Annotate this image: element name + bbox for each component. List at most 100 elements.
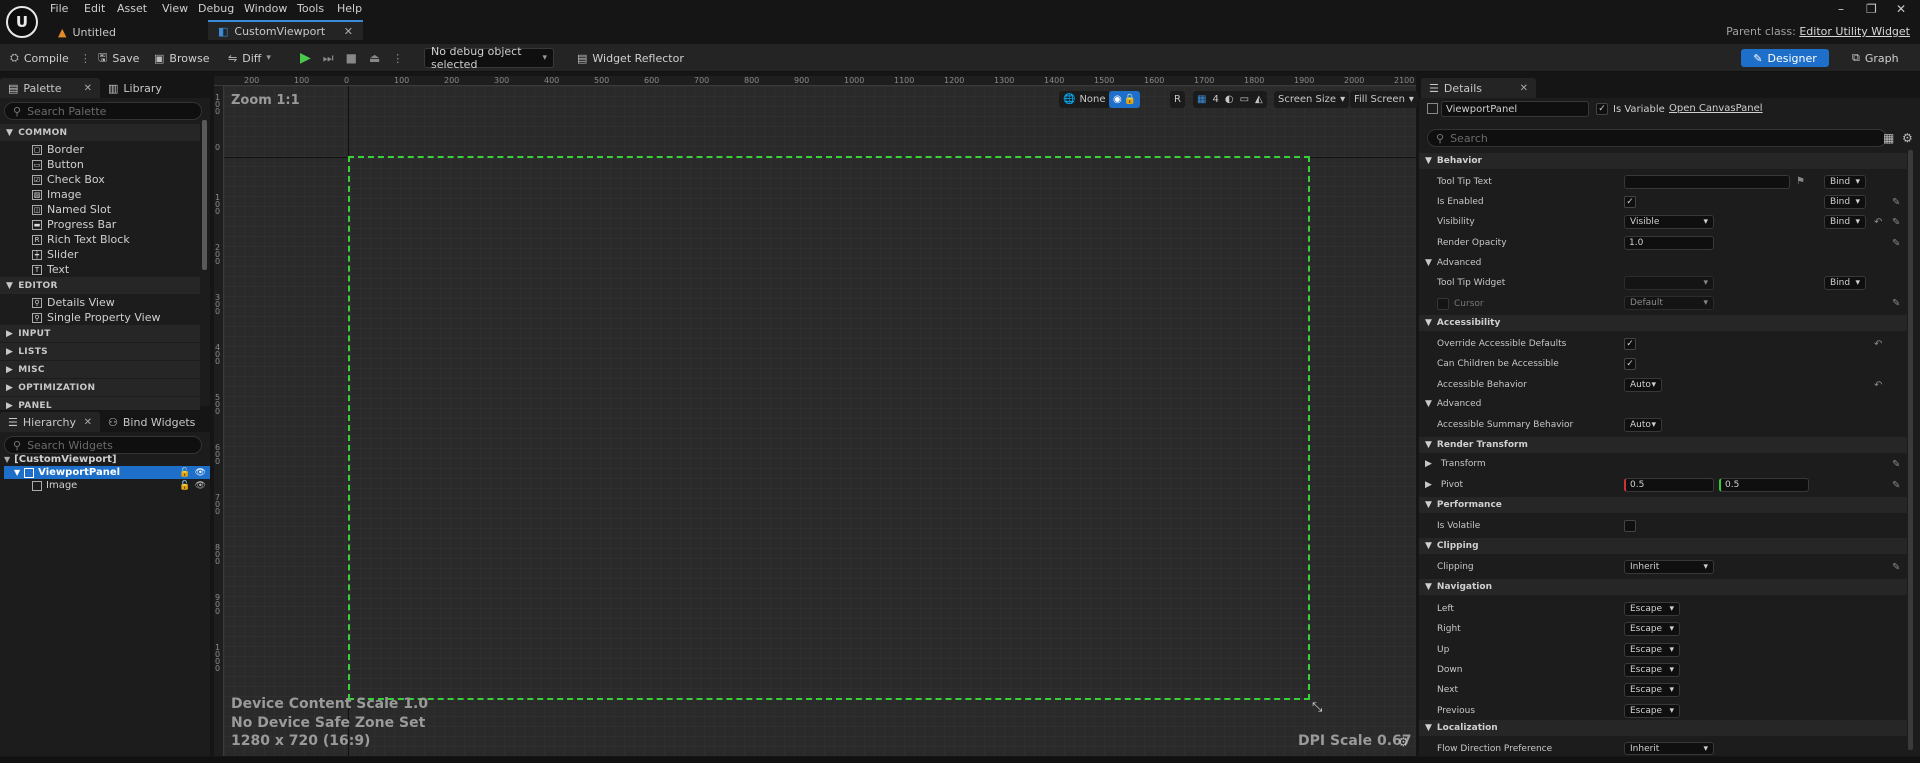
visibility-dropdown[interactable]: Visible ▾ [1624,215,1714,229]
close-panel-icon[interactable]: ✕ [1520,83,1528,94]
bind-button[interactable]: Bind ▾ [1824,195,1866,209]
navigation-left-dropdown[interactable]: Escape ▾ [1624,602,1680,616]
bind-button[interactable]: Bind ▾ [1824,175,1866,189]
clipping-dropdown[interactable]: Inherit ▾ [1624,560,1714,574]
viewport-frame[interactable] [348,156,1310,700]
accessible-summary-dropdown[interactable]: Auto ▾ [1624,418,1662,432]
play-options-icon[interactable]: ⋮ [392,52,403,65]
eye-icon[interactable]: 👁 [195,481,206,491]
can-children-checkbox[interactable]: ✓ [1624,358,1636,370]
compile-options-icon[interactable]: ⋮ [80,52,91,65]
localization-preview-button[interactable]: 🌐 None [1059,91,1110,108]
tab-untitled[interactable]: ▲ Untitled [48,22,203,42]
palette-item-check-box[interactable]: ☑ Check Box [0,172,200,187]
resize-handle-icon[interactable]: ⤡ [1312,700,1322,715]
bind-button[interactable]: Bind ▾ [1824,276,1866,290]
lock-icon[interactable]: 🔓 [179,468,190,478]
close-tab-icon[interactable]: ✕ [344,25,353,38]
palette-item-border[interactable]: ▢ Border [0,142,200,157]
menu-window[interactable]: Window [244,2,287,15]
close-panel-icon[interactable]: ✕ [84,83,92,94]
tooltip-text-field[interactable] [1624,175,1790,189]
localize-flag-icon[interactable]: ⚑ [1796,176,1805,187]
browse-button[interactable]: ▣ Browse [154,48,209,68]
menu-view[interactable]: View [162,2,188,15]
step-icon[interactable]: ⏭ [323,51,334,66]
open-canvaspanel-link[interactable]: Open CanvasPanel [1669,103,1763,114]
menu-tools[interactable]: Tools [297,2,324,15]
menu-edit[interactable]: Edit [84,2,105,15]
palette-item-image[interactable]: ▨ Image [0,187,200,202]
flow-direction-dropdown[interactable]: Inherit ▾ [1624,742,1714,755]
render-opacity-field[interactable]: 1.0 [1624,236,1714,250]
close-window-icon[interactable]: ✕ [1896,2,1906,16]
palette-item-text[interactable]: T Text [0,262,200,277]
property-pin-icon[interactable]: ✎ [1892,459,1900,470]
table-view-icon[interactable]: ▦ [1883,131,1894,145]
palette-search-input[interactable] [27,104,193,118]
palette-item-named-slot[interactable]: ◫ Named Slot [0,202,200,217]
menu-asset[interactable]: Asset [117,2,147,15]
tooltip-widget-dropdown[interactable]: ▾ [1624,276,1714,290]
unreal-logo-icon[interactable]: U [6,6,38,38]
tab-hierarchy[interactable]: ☰ Hierarchy ✕ [0,412,100,432]
close-panel-icon[interactable]: ✕ [84,417,92,428]
navigation-right-dropdown[interactable]: Escape ▾ [1624,622,1680,637]
widget-name-field[interactable]: ViewportPanel [1441,101,1589,117]
category-performance[interactable]: ▼ Performance [1419,497,1907,513]
category-localization[interactable]: ▼ Localization [1419,720,1907,736]
save-button[interactable]: 🖫 Save [98,48,139,68]
override-accessible-checkbox[interactable]: ✓ [1624,338,1636,350]
outline-icon[interactable]: ◐ [1225,94,1234,105]
details-search[interactable]: ⚲ [1427,129,1887,147]
eject-icon[interactable]: ⏏ [369,51,380,65]
transform-row[interactable]: ▶ Transform [1419,456,1907,472]
parent-class-link[interactable]: Editor Utility Widget [1799,25,1910,38]
tab-details[interactable]: ☰ Details ✕ [1421,78,1536,98]
palette-item-progress-bar[interactable]: ▬ Progress Bar [0,217,200,232]
ruler-icon[interactable]: ◭ [1255,94,1263,105]
property-pin-icon[interactable]: ✎ [1892,562,1900,573]
screen-size-dropdown[interactable]: Screen Size ▾ [1274,91,1350,108]
menu-debug[interactable]: Debug [198,2,234,15]
category-render-transform[interactable]: ▼ Render Transform [1419,437,1907,453]
graph-mode-button[interactable]: ⧉ Graph [1842,49,1909,67]
tab-library[interactable]: ▥ Library [100,78,170,98]
property-pin-icon[interactable]: ✎ [1892,298,1900,309]
property-pin-icon[interactable]: ✎ [1892,238,1900,249]
hierarchy-search-input[interactable] [27,438,193,452]
compile-button[interactable]: ⛭ Compile ⋮ [10,48,91,68]
accessible-behavior-dropdown[interactable]: Auto ▾ [1624,378,1662,392]
palette-item-rich-text-block[interactable]: R Rich Text Block [0,232,200,247]
reset-icon[interactable]: ↶ [1874,217,1882,228]
property-pin-icon[interactable]: ✎ [1892,480,1900,491]
respect-locks-toggle[interactable]: ◉ 🔒 [1109,91,1141,108]
designer-mode-button[interactable]: ✎ Designer [1741,49,1829,67]
palette-category-input[interactable]: ▶ INPUT [0,325,200,342]
tab-bind-widgets[interactable]: ⚇ Bind Widgets [100,412,203,432]
stop-icon[interactable]: ■ [346,51,357,65]
hierarchy-item-image[interactable]: Image 🔓 👁 [4,479,210,492]
navigation-up-dropdown[interactable]: Escape ▾ [1624,642,1680,657]
property-pin-icon[interactable]: ✎ [1892,217,1900,228]
is-variable-checkbox[interactable]: ✓ Is Variable [1596,103,1665,115]
palette-category-misc[interactable]: ▶ MISC [0,361,200,378]
debug-object-select[interactable]: No debug object selected ▾ [424,45,554,71]
palette-scrollbar[interactable] [202,120,207,270]
settings-gear-icon[interactable]: ⚙ [1902,131,1913,145]
palette-search[interactable]: ⚲ [4,102,202,120]
reset-icon[interactable]: ↶ [1874,380,1882,391]
details-scrollbar[interactable] [1908,150,1913,750]
hierarchy-root[interactable]: ▼ [CustomViewport] [4,453,210,466]
eye-icon[interactable]: 👁 [195,468,206,478]
dpi-settings-gear-icon[interactable]: ⚙ [1398,735,1409,749]
play-icon[interactable]: ▶ [300,50,311,66]
category-clipping[interactable]: ▼ Clipping [1419,538,1907,554]
category-accessibility[interactable]: ▼ Accessibility [1419,315,1907,331]
palette-item-single-property-view[interactable]: ⚲ Single Property View [0,310,200,325]
palette-category-optimization[interactable]: ▶ OPTIMIZATION [0,379,200,396]
palette-item-details-view[interactable]: ⚲ Details View [0,295,200,310]
pivot-x-field[interactable]: 0.5 [1624,478,1714,492]
menu-file[interactable]: File [50,2,68,15]
reset-icon[interactable]: ↶ [1874,339,1882,350]
